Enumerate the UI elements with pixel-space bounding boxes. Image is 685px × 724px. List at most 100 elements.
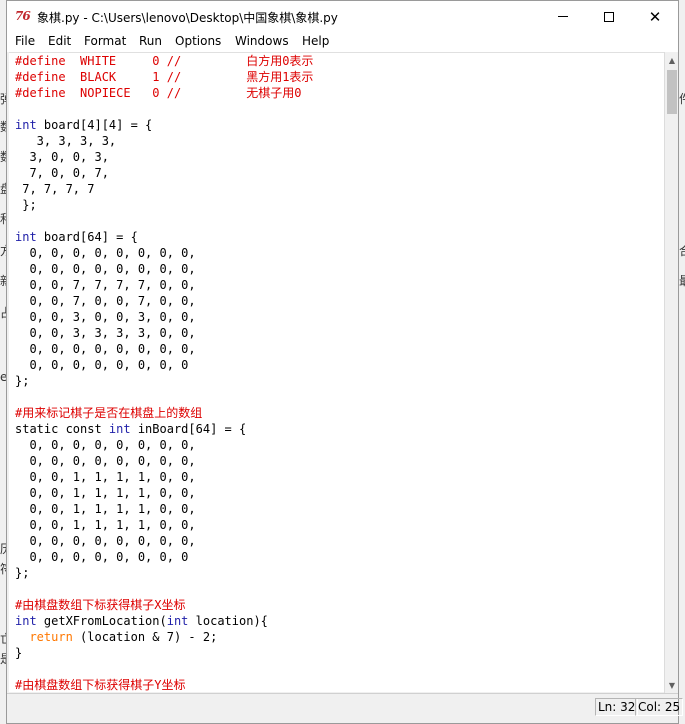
window-title: 象棋.py - C:\Users\lenovo\Desktop\中国象棋\象棋.… xyxy=(37,11,338,25)
background-char: 合 xyxy=(679,242,685,259)
close-button[interactable]: ✕ xyxy=(632,1,678,32)
code-token: static const xyxy=(15,422,109,436)
python-app-icon: 76 xyxy=(15,9,31,23)
code-line[interactable]: 0, 0, 1, 1, 1, 1, 0, 0, xyxy=(15,485,313,501)
code-line[interactable]: 0, 0, 0, 0, 0, 0, 0, 0, xyxy=(15,453,313,469)
code-editor[interactable]: #define WHITE 0 // 白方用0表示 #define BLACK 1… xyxy=(9,52,664,692)
code-line[interactable]: 0, 0, 3, 3, 3, 3, 0, 0, xyxy=(15,325,313,341)
code-line[interactable]: 0, 0, 7, 0, 0, 7, 0, 0, xyxy=(15,293,313,309)
code-line[interactable]: 0, 0, 0, 0, 0, 0, 0, 0, xyxy=(15,341,313,357)
scroll-up-arrow-icon[interactable]: ▲ xyxy=(665,52,679,68)
code-line[interactable]: int board[64] = { xyxy=(15,229,313,245)
code-token: 0, 0, 7, 7, 7, 7, 0, 0, xyxy=(15,278,196,292)
code-line[interactable]: #define BLACK 1 // 黑方用1表示 xyxy=(15,69,313,85)
code-line[interactable] xyxy=(15,389,313,405)
menu-windows[interactable]: Windows xyxy=(235,34,289,48)
code-line[interactable]: 0, 0, 0, 0, 0, 0, 0, 0, xyxy=(15,533,313,549)
menu-file[interactable]: File xyxy=(15,34,35,48)
code-token: int xyxy=(15,118,37,132)
code-token: return xyxy=(29,630,73,644)
code-line[interactable]: 0, 0, 1, 1, 1, 1, 0, 0, xyxy=(15,501,313,517)
code-token: board[64] = { xyxy=(36,230,138,244)
code-token: 0, 0, 1, 1, 1, 1, 0, 0, xyxy=(15,502,196,516)
title-bar[interactable]: 76 象棋.py - C:\Users\lenovo\Desktop\中国象棋\… xyxy=(7,1,678,32)
code-token: }; xyxy=(15,374,30,388)
background-char: 最 xyxy=(679,272,685,289)
menu-bar: File Edit Format Run Options Windows Hel… xyxy=(7,32,678,52)
code-token: int xyxy=(15,230,37,244)
code-token: #define BLACK 1 // 黑方用1表示 xyxy=(15,70,314,84)
code-token: (location & 7) - 2; xyxy=(72,630,218,644)
code-line[interactable] xyxy=(15,581,313,597)
menu-edit[interactable]: Edit xyxy=(48,34,71,48)
code-token: }; xyxy=(15,198,37,212)
code-token: 0, 0, 1, 1, 1, 1, 0, 0, xyxy=(15,470,196,484)
code-token: 0, 0, 0, 0, 0, 0, 0, 0 xyxy=(15,358,189,372)
menu-options[interactable]: Options xyxy=(175,34,221,48)
code-token: int xyxy=(15,614,37,628)
code-line[interactable] xyxy=(15,213,313,229)
code-token: 0, 0, 1, 1, 1, 1, 0, 0, xyxy=(15,486,196,500)
code-token: } xyxy=(15,646,23,660)
code-line[interactable]: static const int inBoard[64] = { xyxy=(15,421,313,437)
code-line[interactable] xyxy=(15,101,313,117)
code-line[interactable]: 0, 0, 1, 1, 1, 1, 0, 0, xyxy=(15,469,313,485)
status-bar: Ln: 32 Col: 25 xyxy=(7,693,684,723)
background-char: 件 xyxy=(679,90,685,107)
code-line[interactable]: return (location & 7) - 2; xyxy=(15,629,313,645)
code-line[interactable]: 0, 0, 7, 7, 7, 7, 0, 0, xyxy=(15,277,313,293)
menu-format[interactable]: Format xyxy=(84,34,126,48)
minimize-icon xyxy=(558,16,568,17)
code-line[interactable]: }; xyxy=(15,565,313,581)
code-token: 0, 0, 3, 3, 3, 3, 0, 0, xyxy=(15,326,196,340)
code-text[interactable]: #define WHITE 0 // 白方用0表示 #define BLACK 1… xyxy=(15,53,313,692)
code-token: 0, 0, 0, 0, 0, 0, 0, 0 xyxy=(15,550,189,564)
code-line[interactable]: }; xyxy=(15,197,313,213)
scroll-thumb[interactable] xyxy=(667,70,677,114)
code-token: #define NOPIECE 0 // 无棋子用0 xyxy=(15,86,302,100)
code-line[interactable]: 0, 0, 0, 0, 0, 0, 0, 0, xyxy=(15,261,313,277)
code-line[interactable]: 0, 0, 1, 1, 1, 1, 0, 0, xyxy=(15,517,313,533)
minimize-button[interactable] xyxy=(540,1,586,32)
code-line[interactable]: }; xyxy=(15,373,313,389)
code-line[interactable]: 0, 0, 0, 0, 0, 0, 0, 0 xyxy=(15,357,313,373)
code-line[interactable]: int board[4][4] = { xyxy=(15,117,313,133)
code-line[interactable]: #用来标记棋子是否在棋盘上的数组 xyxy=(15,405,313,421)
code-line[interactable]: int getXFromLocation(int location){ xyxy=(15,613,313,629)
code-token: 0, 0, 0, 0, 0, 0, 0, 0, xyxy=(15,262,196,276)
code-token: #由棋盘数组下标获得棋子Y坐标 xyxy=(15,678,186,692)
code-token: 0, 0, 0, 0, 0, 0, 0, 0, xyxy=(15,454,196,468)
maximize-button[interactable] xyxy=(586,1,632,32)
code-token: 0, 0, 3, 0, 0, 3, 0, 0, xyxy=(15,310,196,324)
code-line[interactable]: 7, 7, 7, 7 xyxy=(15,181,313,197)
code-line[interactable]: 7, 0, 0, 7, xyxy=(15,165,313,181)
code-line[interactable]: #由棋盘数组下标获得棋子X坐标 xyxy=(15,597,313,613)
code-line[interactable]: 0, 0, 0, 0, 0, 0, 0, 0 xyxy=(15,549,313,565)
menu-run[interactable]: Run xyxy=(139,34,162,48)
code-token: #由棋盘数组下标获得棋子X坐标 xyxy=(15,598,186,612)
code-token: inBoard[64] = { xyxy=(130,422,247,436)
code-line[interactable] xyxy=(15,661,313,677)
code-token: 0, 0, 7, 0, 0, 7, 0, 0, xyxy=(15,294,196,308)
code-token: 0, 0, 0, 0, 0, 0, 0, 0, xyxy=(15,342,196,356)
code-line[interactable]: #define NOPIECE 0 // 无棋子用0 xyxy=(15,85,313,101)
code-line[interactable]: #define WHITE 0 // 白方用0表示 xyxy=(15,53,313,69)
vertical-scrollbar[interactable]: ▲ ▼ xyxy=(664,52,678,693)
code-token: #define WHITE 0 // 白方用0表示 xyxy=(15,54,314,68)
code-line[interactable]: 0, 0, 0, 0, 0, 0, 0, 0, xyxy=(15,437,313,453)
code-token: #用来标记棋子是否在棋盘上的数组 xyxy=(15,406,203,420)
code-line[interactable]: } xyxy=(15,645,313,661)
code-line[interactable]: 0, 0, 3, 0, 0, 3, 0, 0, xyxy=(15,309,313,325)
code-token: board[4][4] = { xyxy=(36,118,153,132)
maximize-icon xyxy=(604,11,614,22)
code-line[interactable]: 0, 0, 0, 0, 0, 0, 0, 0, xyxy=(15,245,313,261)
menu-help[interactable]: Help xyxy=(302,34,329,48)
status-column-number: Col: 25 xyxy=(635,698,684,716)
code-line[interactable]: 3, 0, 0, 3, xyxy=(15,149,313,165)
status-line-number: Ln: 32 xyxy=(595,698,639,716)
code-line[interactable]: #由棋盘数组下标获得棋子Y坐标 xyxy=(15,677,313,692)
code-line[interactable]: 3, 3, 3, 3, xyxy=(15,133,313,149)
scroll-down-arrow-icon[interactable]: ▼ xyxy=(665,677,679,693)
code-token: 7, 0, 0, 7, xyxy=(15,166,109,180)
